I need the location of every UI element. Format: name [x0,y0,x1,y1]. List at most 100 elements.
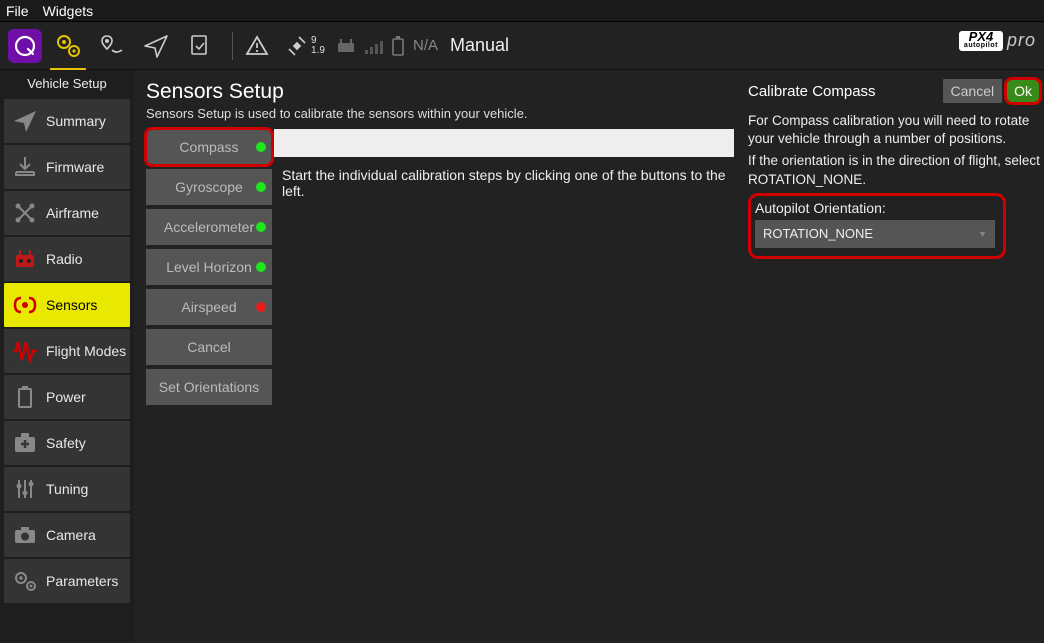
button-label: Cancel [187,339,231,355]
sidebar-item-summary[interactable]: Summary [4,99,130,143]
panel-ok-button[interactable]: Ok [1006,79,1040,103]
sidebar-item-label: Firmware [46,159,104,175]
toolbar: 9 1.9 N/A Manual PX4 autopilot pro [0,22,1044,70]
main-content: Sensors Setup Sensors Setup is used to c… [134,70,744,643]
sidebar-item-parameters[interactable]: Parameters [4,559,130,603]
orientation-highlight-box: Autopilot Orientation: ROTATION_NONE ▼ [748,193,1006,259]
sidebar-item-label: Safety [46,435,86,451]
sidebar-item-sensors[interactable]: Sensors [4,283,130,327]
orientation-label: Autopilot Orientation: [755,200,997,216]
pin-route-icon [98,32,126,60]
sidebar-item-label: Parameters [46,573,118,589]
sidebar-item-airframe[interactable]: Airframe [4,191,130,235]
sidebar-item-label: Power [46,389,86,405]
drone-icon [10,198,40,228]
sidebar-item-power[interactable]: Power [4,375,130,419]
sidebar-item-label: Tuning [46,481,88,497]
rc-icon [335,35,357,57]
panel-text-1: For Compass calibration you will need to… [748,112,1040,148]
panel-cancel-button[interactable]: Cancel [943,79,1003,103]
sidebar-item-safety[interactable]: Safety [4,421,130,465]
battery-na-label: N/A [413,37,438,54]
q-logo-icon [13,34,37,58]
sidebar-item-radio[interactable]: Radio [4,237,130,281]
paper-plane-icon [10,106,40,136]
app-logo-button[interactable] [8,29,42,63]
sidebar: Vehicle Setup Summary Firmware Airframe … [0,70,134,643]
camera-icon [10,520,40,550]
waypoint-button[interactable] [94,28,130,64]
signal-bars-icon [363,36,383,56]
status-dot-icon [256,262,266,272]
status-dot-icon [256,302,266,312]
accelerometer-button[interactable]: Accelerometer [146,209,272,245]
document-check-icon [187,33,213,59]
calibrate-panel: Calibrate Compass Cancel Ok For Compass … [744,70,1044,643]
sidebar-item-tuning[interactable]: Tuning [4,467,130,511]
sidebar-item-label: Flight Modes [46,343,126,359]
analyze-button[interactable] [182,28,218,64]
progress-bar [274,129,734,157]
sensor-button-column: Compass Gyroscope Accelerometer Level Ho… [146,129,272,409]
sidebar-item-flight-modes[interactable]: Flight Modes [4,329,130,373]
page-subtitle: Sensors Setup is used to calibrate the s… [146,106,744,121]
waveform-icon [10,336,40,366]
airspeed-button[interactable]: Airspeed [146,289,272,325]
toolbar-divider [232,32,233,60]
button-label: Level Horizon [166,259,252,275]
battery-icon [10,382,40,412]
menubar: File Widgets [0,0,1044,22]
orientation-select[interactable]: ROTATION_NONE ▼ [755,220,995,248]
sensor-waves-icon [10,290,40,320]
flight-mode-label[interactable]: Manual [450,35,509,56]
messages-button[interactable] [239,28,275,64]
brand-logo: PX4 autopilot pro [959,30,1036,51]
button-label: Compass [179,139,238,155]
satellite-icon [285,34,309,58]
radio-icon [10,244,40,274]
warning-triangle-icon [245,34,269,58]
battery-status[interactable] [389,35,407,57]
sidebar-item-label: Sensors [46,297,97,313]
level-horizon-button[interactable]: Level Horizon [146,249,272,285]
page-title: Sensors Setup [146,80,744,104]
sidebar-item-label: Camera [46,527,96,543]
button-label: Gyroscope [175,179,243,195]
chevron-down-icon: ▼ [978,229,987,239]
status-dot-icon [256,222,266,232]
gps-button[interactable]: 9 1.9 [283,28,327,64]
menu-file[interactable]: File [6,3,29,19]
panel-title: Calibrate Compass [748,83,876,100]
gears-icon [53,31,83,61]
sidebar-item-firmware[interactable]: Firmware [4,145,130,189]
cancel-calibration-button[interactable]: Cancel [146,329,272,365]
signal-status[interactable] [363,36,383,56]
paper-plane-icon [142,32,170,60]
gyroscope-button[interactable]: Gyroscope [146,169,272,205]
sidebar-item-label: Radio [46,251,83,267]
button-label: Accelerometer [164,219,254,235]
plane-button[interactable] [138,28,174,64]
status-dot-icon [256,182,266,192]
download-icon [10,152,40,182]
panel-text-2: If the orientation is in the direction o… [748,152,1040,188]
sidebar-item-label: Airframe [46,205,99,221]
sidebar-title: Vehicle Setup [0,72,134,97]
orientation-value: ROTATION_NONE [763,226,873,241]
medkit-icon [10,428,40,458]
gps-count: 9 1.9 [311,36,325,56]
set-orientations-button[interactable]: Set Orientations [146,369,272,405]
compass-button[interactable]: Compass [146,129,272,165]
sidebar-item-camera[interactable]: Camera [4,513,130,557]
sliders-icon [10,474,40,504]
sidebar-item-label: Summary [46,113,106,129]
gears-icon [10,566,40,596]
button-label: Airspeed [181,299,236,315]
status-dot-icon [256,142,266,152]
menu-widgets[interactable]: Widgets [43,3,94,19]
vehicle-setup-button[interactable] [50,28,86,64]
rc-status[interactable] [335,35,357,57]
button-label: Set Orientations [159,379,259,395]
instruction-text: Start the individual calibration steps b… [282,167,742,199]
battery-icon [389,35,407,57]
